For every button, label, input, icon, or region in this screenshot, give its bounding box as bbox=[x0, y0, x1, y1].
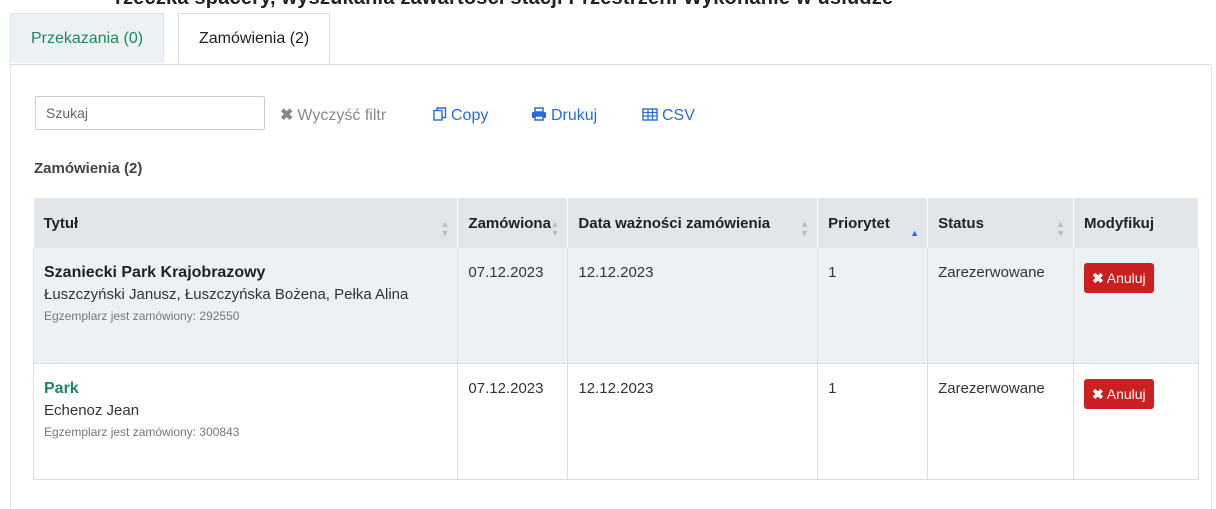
header-title[interactable]: Tytuł ▲ ▼ bbox=[33, 198, 459, 248]
tab-bar: Przekazania (0) Zamówienia (2) bbox=[10, 13, 1210, 65]
expiry-date: 12.12.2023 bbox=[567, 248, 819, 364]
title-cell: Szaniecki Park Krajobrazowy Łuszczyński … bbox=[32, 248, 459, 364]
status: Zarezerwowane bbox=[927, 248, 1075, 364]
table-row: Park Echenoz Jean Egzemplarz jest zamówi… bbox=[32, 363, 1199, 480]
csv-label: CSV bbox=[662, 107, 695, 124]
sort-icon: ▲ ▼ bbox=[800, 219, 810, 238]
sort-icon: ▲ ▼ bbox=[550, 219, 560, 238]
title-cell: Park Echenoz Jean Egzemplarz jest zamówi… bbox=[32, 363, 459, 480]
close-icon: ✖ bbox=[1092, 270, 1104, 286]
expiry-date: 12.12.2023 bbox=[567, 363, 819, 480]
copy-label: Copy bbox=[451, 107, 489, 124]
item-authors: Echenoz Jean bbox=[44, 402, 140, 419]
ordered-date: 07.12.2023 bbox=[457, 363, 569, 480]
copy-icon bbox=[433, 106, 447, 126]
modify-cell: ✖ Anuluj bbox=[1073, 248, 1199, 364]
header-priority[interactable]: Priorytet ▲ bbox=[817, 198, 929, 248]
sort-asc-icon: ▲ bbox=[910, 228, 920, 238]
header-modify: Modyfikuj bbox=[1073, 198, 1199, 248]
copy-button[interactable]: Copy bbox=[433, 106, 488, 126]
header-expiry[interactable]: Data ważności zamówienia ▲ ▼ bbox=[567, 198, 819, 248]
item-authors: Łuszczyński Janusz, Łuszczyńska Bożena, … bbox=[44, 286, 409, 303]
priority: 1 bbox=[817, 248, 929, 364]
tab-zamowienia[interactable]: Zamówienia (2) bbox=[178, 13, 331, 64]
sort-icon: ▲ ▼ bbox=[1056, 219, 1066, 238]
header-ordered[interactable]: Zamówiona ▲ ▼ bbox=[457, 198, 569, 248]
table-header-row: Tytuł ▲ ▼ Zamówiona ▲ ▼ Data ważności zamówi… bbox=[33, 198, 1199, 248]
close-icon: ✖ bbox=[1092, 386, 1104, 402]
sort-icon: ▲ ▼ bbox=[440, 219, 450, 238]
item-title: Szaniecki Park Krajobrazowy bbox=[44, 264, 266, 281]
close-icon: ✖ bbox=[280, 107, 294, 124]
print-button[interactable]: Drukuj bbox=[531, 106, 597, 126]
cancel-button[interactable]: ✖ Anuluj bbox=[1084, 379, 1154, 409]
table-icon bbox=[642, 106, 658, 126]
table-row: Szaniecki Park Krajobrazowy Łuszczyński … bbox=[32, 248, 1199, 364]
ordered-date: 07.12.2023 bbox=[457, 248, 569, 364]
status: Zarezerwowane bbox=[927, 363, 1075, 480]
item-copy-info: Egzemplarz jest zamówiony: 292550 bbox=[44, 309, 240, 323]
priority: 1 bbox=[817, 363, 929, 480]
header-status[interactable]: Status ▲ ▼ bbox=[927, 198, 1075, 248]
clear-filter-label: Wyczyść filtr bbox=[297, 107, 387, 124]
cropped-top-text: rzeczka spacery, wyszukania zawartości s… bbox=[0, 0, 1216, 8]
search-input[interactable] bbox=[35, 96, 265, 130]
section-title: Zamówienia (2) bbox=[34, 160, 143, 177]
modify-cell: ✖ Anuluj bbox=[1073, 363, 1199, 480]
csv-button[interactable]: CSV bbox=[642, 106, 695, 126]
cancel-button[interactable]: ✖ Anuluj bbox=[1084, 263, 1154, 293]
orders-table: Tytuł ▲ ▼ Zamówiona ▲ ▼ Data ważności zamówi… bbox=[32, 198, 1199, 480]
item-copy-info: Egzemplarz jest zamówiony: 300843 bbox=[44, 425, 240, 439]
print-label: Drukuj bbox=[551, 107, 598, 124]
print-icon bbox=[531, 106, 547, 126]
clear-filter-button[interactable]: ✖ Wyczyść filtr bbox=[280, 106, 386, 126]
tab-przekazania[interactable]: Przekazania (0) bbox=[10, 13, 165, 63]
item-title-link[interactable]: Park bbox=[44, 380, 447, 398]
